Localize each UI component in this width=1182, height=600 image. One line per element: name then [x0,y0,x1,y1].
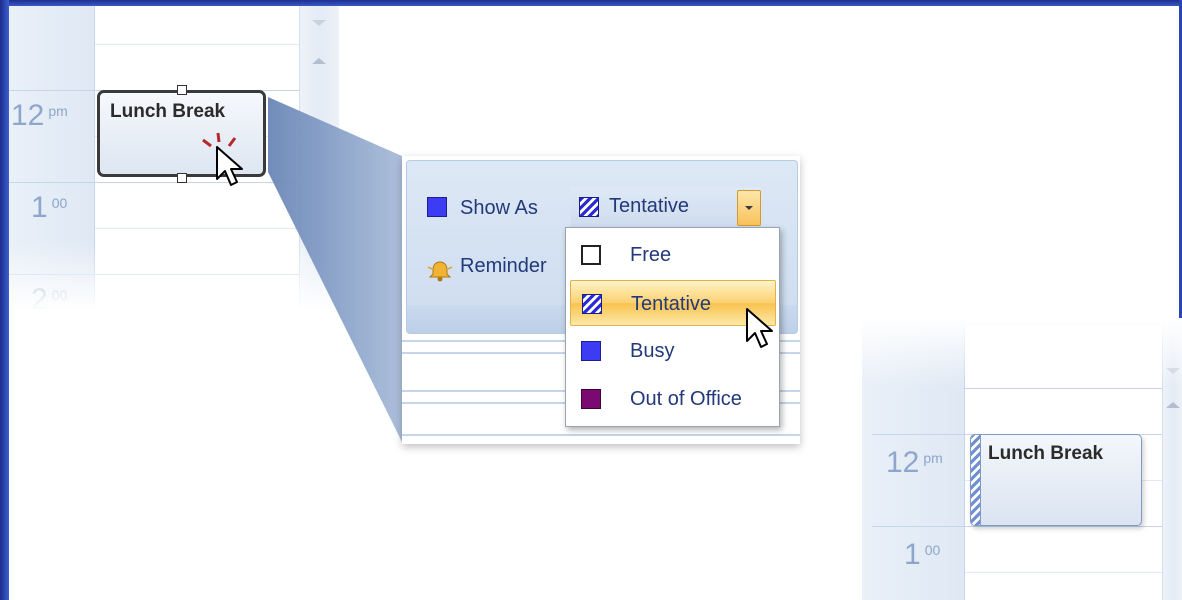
hour-line [872,526,1162,527]
hour-label-12pm: 12 pm [886,446,943,479]
fade-overlay [862,318,1182,388]
show-as-combobox[interactable]: Tentative [571,187,761,227]
scroll-up-arrow-icon[interactable] [1166,402,1180,408]
hour-label-1: 1 00 [904,538,941,571]
menu-item-label: Free [630,244,672,266]
menu-item-out-of-office[interactable]: Out of Office [566,376,779,422]
mouse-pointer-icon [746,308,773,348]
tentative-status-stripe [971,435,981,525]
tentative-swatch-icon [579,197,599,217]
tentative-swatch-icon [582,294,602,314]
show-as-busy-icon [427,197,447,217]
lunch-break-appointment-tentative[interactable]: Lunch Break [970,434,1142,526]
free-swatch-icon [581,245,601,265]
reminder-label: Reminder [460,255,547,277]
appointment-title: Lunch Break [988,443,1104,464]
menu-item-label: Busy [630,340,675,362]
busy-swatch-icon [581,341,601,361]
show-as-label: Show As [460,197,538,219]
show-as-value: Tentative [609,195,690,217]
half-hour-line [964,572,1162,573]
half-hour-line [964,388,1162,389]
right-calendar-day-view: 12 pm 1 00 Lunch Break [862,318,1182,600]
menu-item-label: Out of Office [630,388,742,410]
out-of-office-swatch-icon [581,389,601,409]
reminder-bell-icon [427,261,453,282]
menu-item-label: Tentative [631,293,712,315]
chevron-down-icon[interactable] [737,190,761,226]
menu-item-free[interactable]: Free [566,232,779,278]
